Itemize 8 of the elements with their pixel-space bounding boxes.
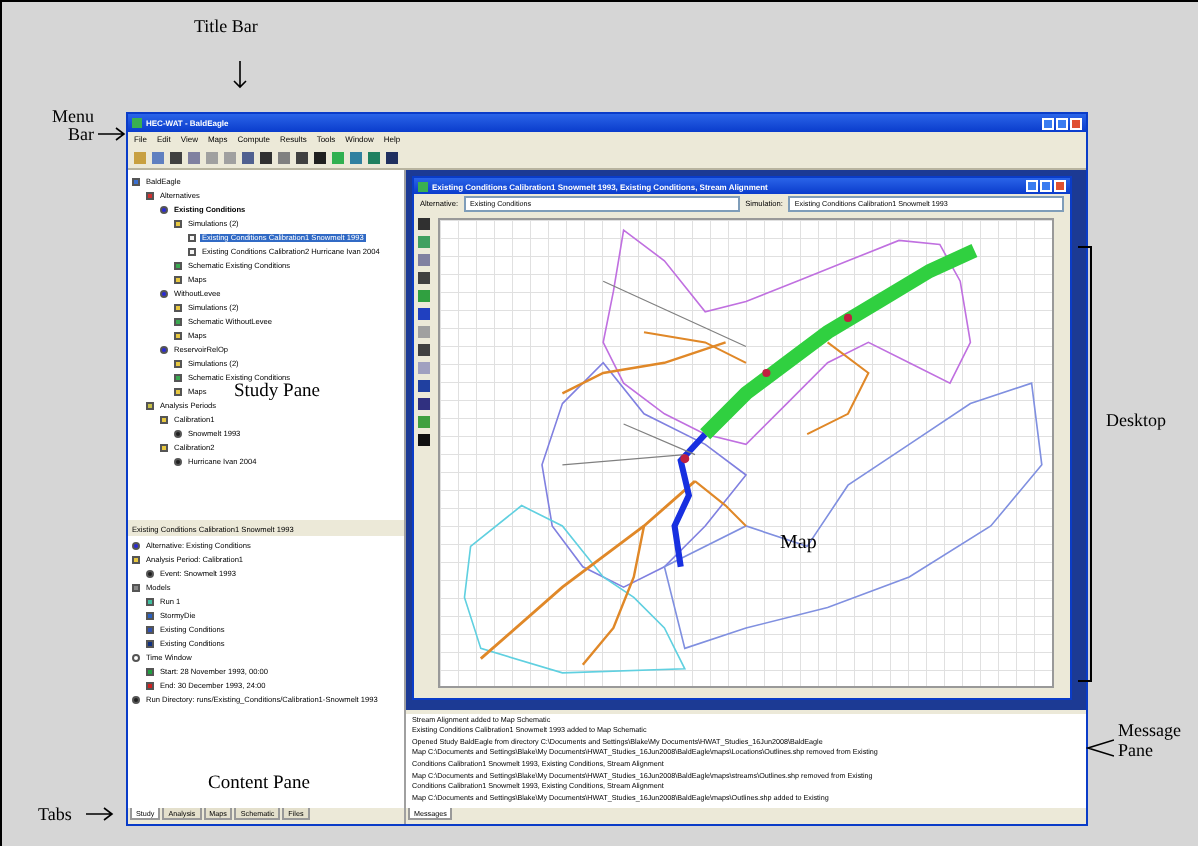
callout-label: Menu Bar [50, 108, 94, 146]
callout-label: Title Bar [194, 18, 258, 36]
callout-label: Tabs [38, 806, 72, 824]
callout-label: Map [780, 534, 817, 554]
callout-label: Message Pane [1118, 722, 1183, 762]
callout-label: Content Pane [208, 776, 310, 795]
callout-label: Desktop [1106, 412, 1166, 430]
callout-label: Study Pane [234, 384, 321, 403]
